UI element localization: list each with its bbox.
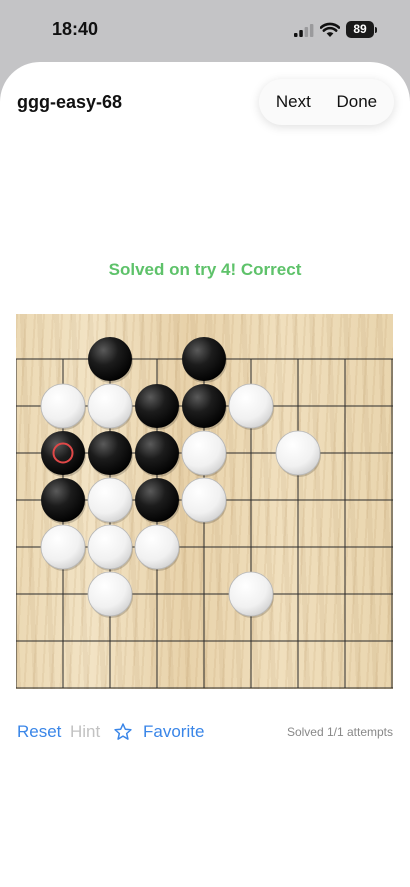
white-stone[interactable]	[228, 571, 274, 618]
white-stone[interactable]	[228, 383, 274, 430]
stone-body	[182, 384, 226, 428]
stone-body	[87, 524, 133, 570]
stone-body	[40, 383, 86, 429]
stone-body	[228, 383, 274, 429]
go-board[interactable]	[16, 314, 393, 689]
stone-body	[135, 478, 179, 522]
board-grid[interactable]	[16, 314, 393, 689]
stone-body	[41, 478, 85, 522]
black-stone[interactable]	[135, 384, 180, 430]
stone-body	[275, 430, 321, 476]
stone-body	[88, 431, 132, 475]
status-time: 18:40	[52, 19, 99, 39]
white-stone[interactable]	[181, 477, 227, 524]
puzzle-toolbar: Reset Hint Favorite Solved 1/1 attempts	[17, 722, 393, 744]
stone-body	[182, 337, 226, 381]
puzzle-title: ggg-easy-68	[17, 92, 123, 112]
reset-button[interactable]: Reset	[17, 722, 61, 742]
black-stone[interactable]	[135, 431, 180, 477]
black-stone[interactable]	[182, 337, 227, 383]
stone-body	[87, 477, 133, 523]
black-stone[interactable]	[88, 431, 133, 477]
attempts-text: Solved 1/1 attempts	[286, 725, 393, 739]
nav-button-group: Next Done	[259, 79, 394, 125]
stone-body	[181, 477, 227, 523]
white-stone[interactable]	[40, 383, 86, 430]
done-button[interactable]: Done	[337, 92, 378, 112]
status-bar: 18:40 89	[0, 0, 410, 60]
black-stone[interactable]	[182, 384, 227, 430]
white-stone[interactable]	[87, 571, 133, 618]
white-stone[interactable]	[87, 477, 133, 524]
result-message: Solved on try 4! Correct	[108, 260, 302, 279]
battery-icon: 89	[346, 21, 377, 38]
black-stone[interactable]	[41, 431, 86, 477]
white-stone[interactable]	[134, 524, 180, 571]
wifi-icon	[320, 22, 340, 37]
white-stone[interactable]	[181, 430, 227, 477]
stone-body	[135, 431, 179, 475]
puzzle-sheet: ggg-easy-68 Next Done Solved on try 4! C…	[0, 62, 410, 887]
white-stone[interactable]	[87, 383, 133, 430]
battery-level: 89	[353, 22, 367, 36]
stone-body	[228, 571, 274, 617]
stone-body	[41, 431, 85, 475]
stone-body	[88, 337, 132, 381]
stone-body	[87, 383, 133, 429]
stone-body	[87, 571, 133, 617]
white-stone[interactable]	[40, 524, 86, 571]
stone-body	[40, 524, 86, 570]
favorite-button[interactable]: Favorite	[143, 722, 204, 742]
stone-body	[134, 524, 180, 570]
black-stone[interactable]	[135, 478, 180, 524]
star-icon[interactable]	[113, 722, 133, 742]
stone-body	[181, 430, 227, 476]
black-stone[interactable]	[88, 337, 133, 383]
black-stone[interactable]	[41, 478, 86, 524]
cellular-signal-icon	[294, 24, 314, 37]
white-stone[interactable]	[87, 524, 133, 571]
next-button[interactable]: Next	[276, 92, 311, 112]
white-stone[interactable]	[275, 430, 321, 477]
hint-button[interactable]: Hint	[70, 722, 100, 742]
stone-body	[135, 384, 179, 428]
